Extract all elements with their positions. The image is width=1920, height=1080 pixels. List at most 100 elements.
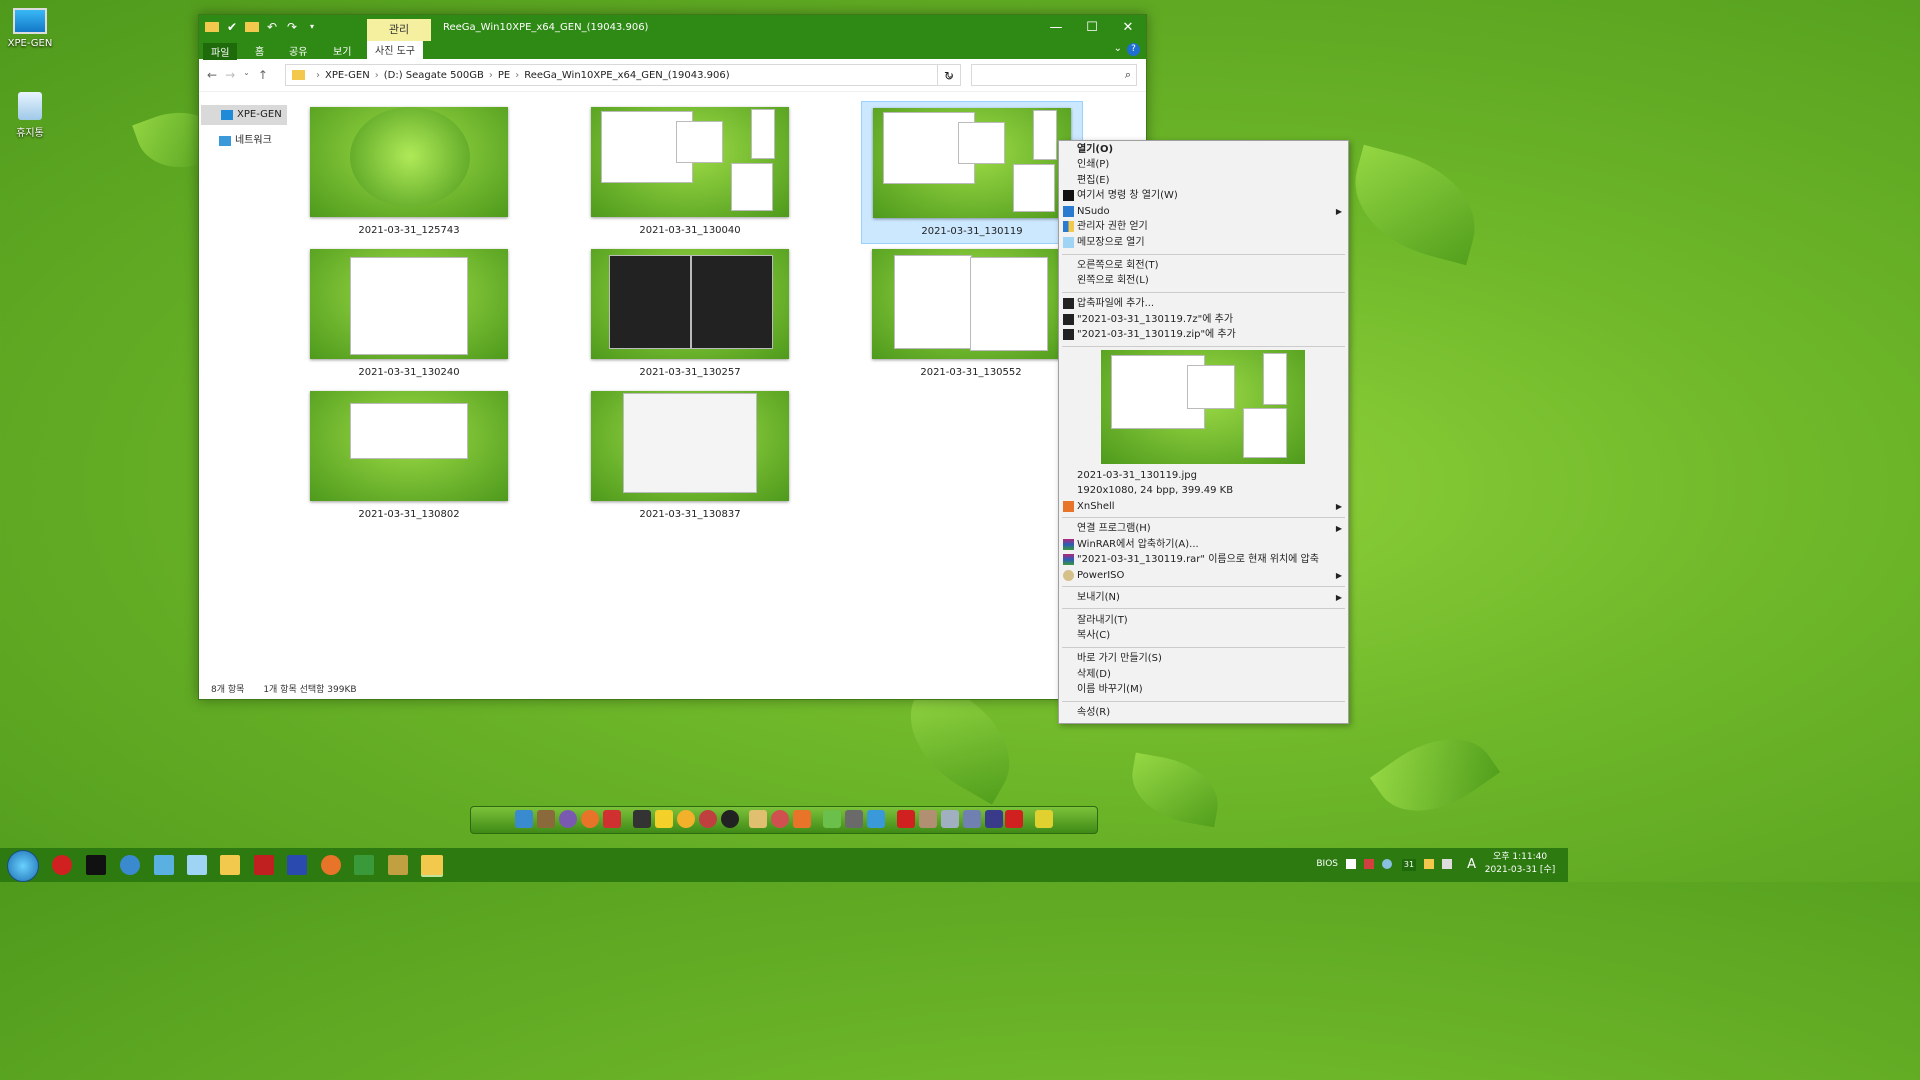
menu-item-open[interactable]: 열기(O) bbox=[1059, 142, 1348, 157]
editor-icon[interactable] bbox=[354, 855, 374, 875]
chart-icon[interactable] bbox=[1364, 859, 1374, 869]
dock-app-icon[interactable] bbox=[515, 810, 533, 828]
dock-app-icon[interactable] bbox=[771, 810, 789, 828]
file-item[interactable]: 2021-03-31_125743 bbox=[299, 107, 519, 236]
title-bar[interactable]: ✔ ↶ ↷ ▾ 관리 ReeGa_Win10XPE_x64_GEN_(19043… bbox=[199, 15, 1146, 41]
menu-item-create-shortcut[interactable]: 바로 가기 만들기(S) bbox=[1059, 651, 1348, 666]
file-explorer-icon[interactable] bbox=[421, 855, 443, 875]
file-item[interactable]: 2021-03-31_130240 bbox=[299, 249, 519, 378]
menu-item-add-7z[interactable]: "2021-03-31_130119.7z"에 추가 bbox=[1059, 312, 1348, 327]
menu-item-cut[interactable]: 잘라내기(T) bbox=[1059, 613, 1348, 628]
menu-item-winrar-compress[interactable]: WinRAR에서 압축하기(A)... bbox=[1059, 537, 1348, 552]
menu-item-rename[interactable]: 이름 바꾸기(M) bbox=[1059, 682, 1348, 697]
share-icon[interactable] bbox=[154, 855, 174, 875]
menu-item-edit[interactable]: 편집(E) bbox=[1059, 173, 1348, 188]
menu-item-send-to[interactable]: 보내기(N) ▶ bbox=[1059, 590, 1348, 605]
menu-item-nsudo[interactable]: NSudo ▶ bbox=[1059, 204, 1348, 219]
dock-app-icon[interactable] bbox=[867, 810, 885, 828]
dock-app-icon[interactable] bbox=[845, 810, 863, 828]
maximize-button[interactable]: ☐ bbox=[1074, 15, 1110, 41]
menu-item-winrar-compress-here[interactable]: "2021-03-31_130119.rar" 이름으로 현재 위치에 압축 bbox=[1059, 552, 1348, 567]
tab-share[interactable]: 공유 bbox=[289, 43, 307, 58]
dock-app-icon[interactable] bbox=[721, 810, 739, 828]
dock-app-icon[interactable] bbox=[537, 810, 555, 828]
refresh-button[interactable]: ↻ bbox=[937, 64, 961, 86]
nav-item-network[interactable]: 네트워크 bbox=[199, 131, 295, 151]
power-icon[interactable] bbox=[52, 855, 72, 875]
dock-app-icon[interactable] bbox=[1005, 810, 1023, 828]
dock-app-icon[interactable] bbox=[655, 810, 673, 828]
dock-app-icon[interactable] bbox=[699, 810, 717, 828]
recent-chevron-icon[interactable]: ⌄ bbox=[243, 68, 250, 82]
calculator-icon[interactable] bbox=[254, 855, 274, 875]
properties-icon[interactable]: ✔ bbox=[225, 20, 239, 34]
search-input[interactable]: ⌕ bbox=[971, 64, 1137, 86]
dock-app-icon[interactable] bbox=[897, 810, 915, 828]
dock-app-icon[interactable] bbox=[985, 810, 1003, 828]
up-arrow-icon[interactable]: ↑ bbox=[258, 68, 268, 82]
desktop-icon-recycle-bin[interactable]: 휴지통 bbox=[0, 92, 60, 139]
dock-app-icon[interactable] bbox=[1035, 810, 1053, 828]
dock-app-icon[interactable] bbox=[559, 810, 577, 828]
menu-item-add-zip[interactable]: "2021-03-31_130119.zip"에 추가 bbox=[1059, 327, 1348, 342]
dock-app-icon[interactable] bbox=[749, 810, 767, 828]
battery-icon[interactable] bbox=[1424, 859, 1434, 869]
nav-item-xpe-gen[interactable]: XPE-GEN bbox=[201, 105, 287, 125]
new-folder-icon[interactable] bbox=[245, 22, 259, 32]
tab-file[interactable]: 파일 bbox=[203, 43, 238, 60]
back-arrow-icon[interactable]: ← bbox=[207, 68, 217, 82]
clock[interactable]: 오후 1:11:40 2021-03-31 [수] bbox=[1478, 851, 1562, 877]
search-icon[interactable] bbox=[321, 855, 341, 875]
menu-item-properties[interactable]: 속성(R) bbox=[1059, 705, 1348, 720]
forward-arrow-icon[interactable]: → bbox=[225, 68, 235, 82]
save-icon[interactable] bbox=[287, 855, 307, 875]
dock-app-icon[interactable] bbox=[823, 810, 841, 828]
badge-icon[interactable]: 31 bbox=[1402, 859, 1416, 871]
file-item-selected[interactable]: 2021-03-31_130119 bbox=[861, 101, 1083, 244]
drop-icon[interactable] bbox=[1382, 859, 1392, 869]
dock-app-icon[interactable] bbox=[919, 810, 937, 828]
dock-app-icon[interactable] bbox=[633, 810, 651, 828]
volume-icon[interactable] bbox=[1442, 859, 1452, 869]
menu-item-add-archive[interactable]: 압축파일에 추가... bbox=[1059, 296, 1348, 311]
file-item[interactable]: 2021-03-31_130257 bbox=[580, 249, 800, 378]
notepad-icon[interactable] bbox=[187, 855, 207, 875]
redo-icon[interactable]: ↷ bbox=[285, 20, 299, 34]
input-language-indicator[interactable]: A bbox=[1467, 857, 1476, 872]
dock-app-icon[interactable] bbox=[963, 810, 981, 828]
help-icon[interactable]: ? bbox=[1127, 43, 1140, 56]
menu-item-open-with[interactable]: 연결 프로그램(H) ▶ bbox=[1059, 521, 1348, 536]
dock-app-icon[interactable] bbox=[677, 810, 695, 828]
terminal-icon[interactable] bbox=[86, 855, 106, 875]
menu-item-copy[interactable]: 복사(C) bbox=[1059, 628, 1348, 643]
dock-app-icon[interactable] bbox=[603, 810, 621, 828]
folder-icon[interactable] bbox=[205, 22, 219, 32]
dock-app-icon[interactable] bbox=[793, 810, 811, 828]
minimize-button[interactable]: — bbox=[1038, 15, 1074, 41]
breadcrumb-item[interactable]: ReeGa_Win10XPE_x64_GEN_(19043.906) bbox=[524, 70, 729, 81]
customize-chevron-icon[interactable]: ▾ bbox=[305, 20, 319, 34]
dock-app-icon[interactable] bbox=[581, 810, 599, 828]
file-item[interactable]: 2021-03-31_130802 bbox=[299, 391, 519, 520]
breadcrumb-item[interactable]: PE bbox=[498, 70, 510, 81]
tab-picture-tools[interactable]: 사진 도구 bbox=[367, 41, 423, 60]
file-item[interactable]: 2021-03-31_130837 bbox=[580, 391, 800, 520]
menu-item-take-ownership[interactable]: 관리자 권한 얻기 bbox=[1059, 219, 1348, 234]
archive-icon[interactable] bbox=[388, 855, 408, 875]
file-item[interactable]: 2021-03-31_130552 bbox=[861, 249, 1081, 378]
address-field[interactable]: › XPE-GEN › (D:) Seagate 500GB › PE › ReeGa_Win… bbox=[285, 64, 961, 86]
menu-item-xnshell[interactable]: XnShell ▶ bbox=[1059, 499, 1348, 514]
desktop-icon-xpe-gen[interactable]: XPE-GEN bbox=[0, 8, 60, 49]
file-item[interactable]: 2021-03-31_130040 bbox=[580, 107, 800, 236]
tab-home[interactable]: 홈 bbox=[255, 43, 264, 58]
menu-item-rotate-right[interactable]: 오른쪽으로 회전(T) bbox=[1059, 258, 1348, 273]
menu-item-rotate-left[interactable]: 왼쪽으로 회전(L) bbox=[1059, 273, 1348, 288]
dock-app-icon[interactable] bbox=[941, 810, 959, 828]
breadcrumb-item[interactable]: XPE-GEN bbox=[325, 70, 370, 81]
tray-bios[interactable]: BIOS bbox=[1316, 859, 1338, 869]
menu-item-poweriso[interactable]: PowerISO ▶ bbox=[1059, 568, 1348, 583]
manage-tab[interactable]: 관리 bbox=[367, 19, 431, 41]
explorer-window[interactable]: ✔ ↶ ↷ ▾ 관리 ReeGa_Win10XPE_x64_GEN_(19043… bbox=[198, 14, 1147, 700]
menu-item-open-notepad[interactable]: 메모장으로 열기 bbox=[1059, 235, 1348, 250]
tab-view[interactable]: 보기 bbox=[333, 43, 351, 58]
